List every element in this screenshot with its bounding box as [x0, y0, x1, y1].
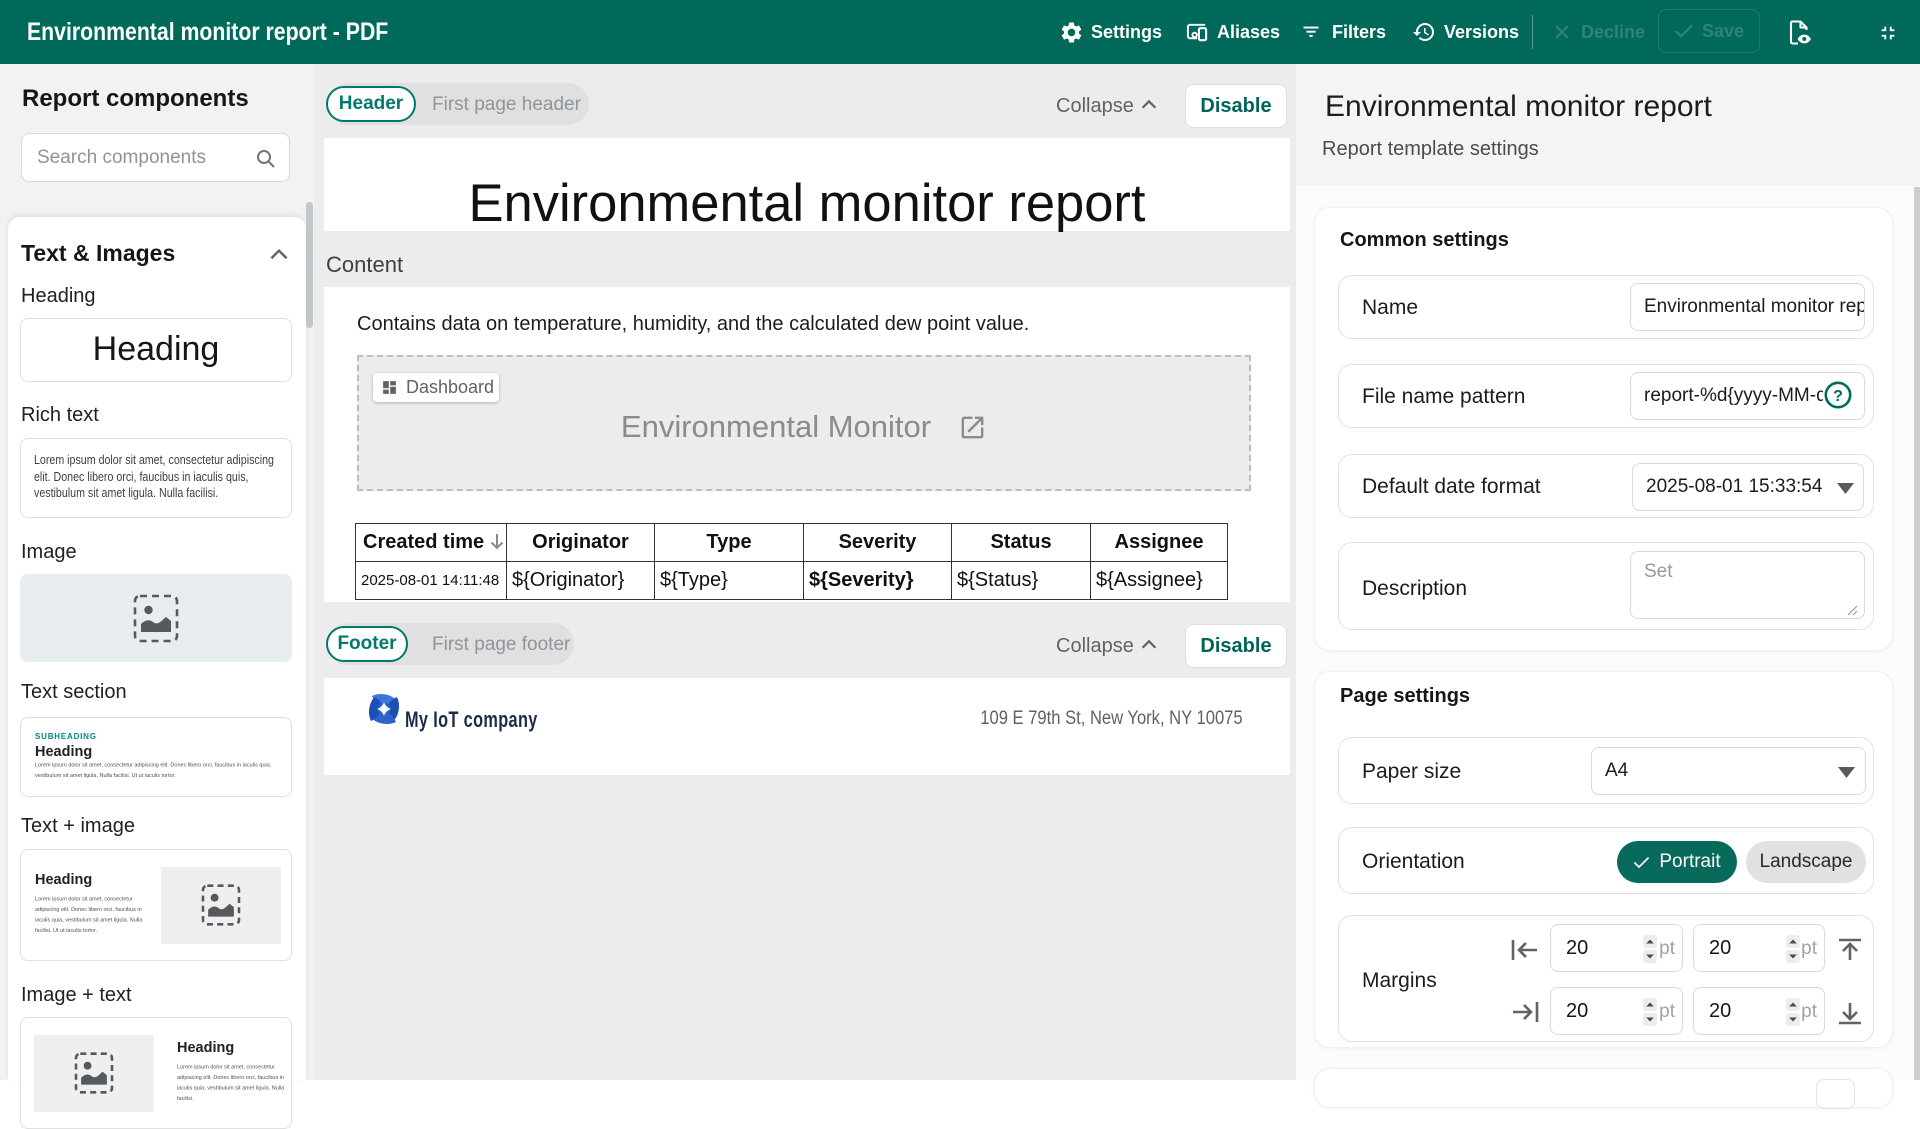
svg-text:?: ? — [1833, 388, 1843, 405]
